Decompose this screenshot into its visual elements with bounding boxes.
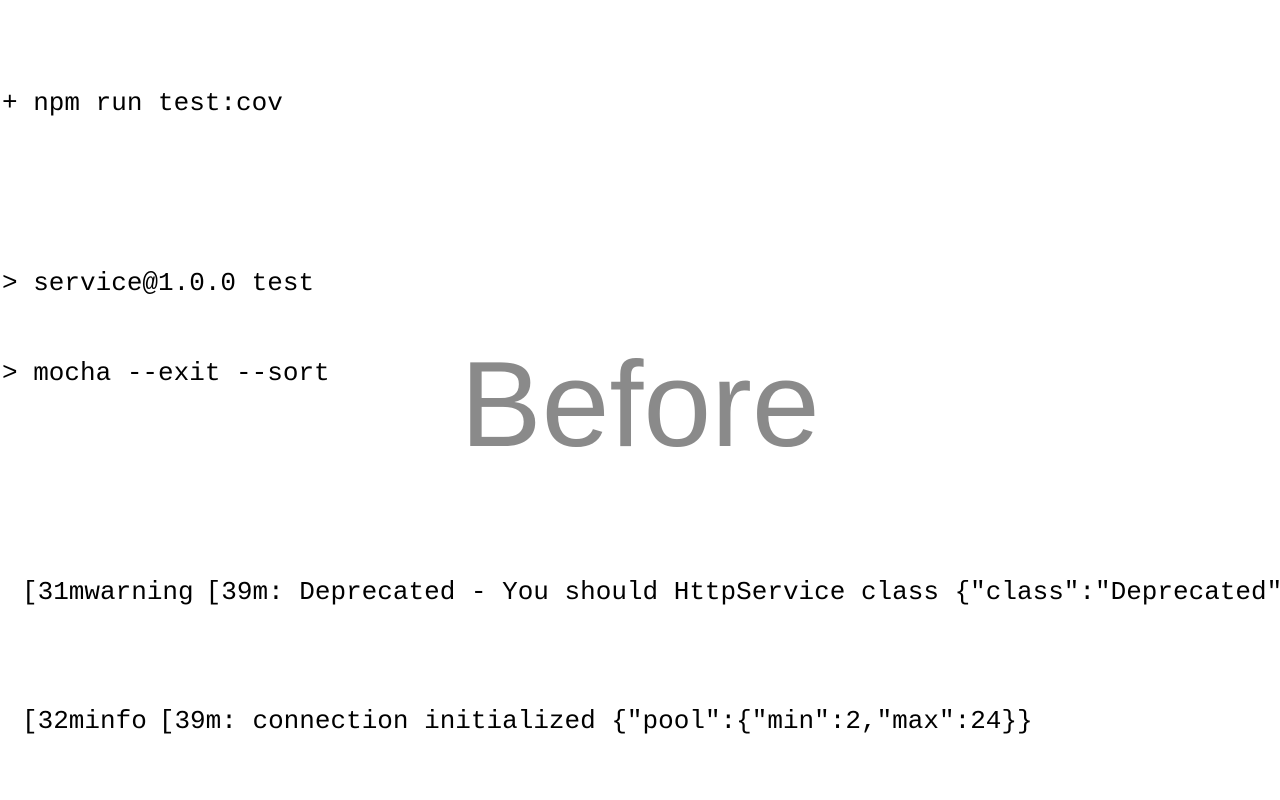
escape-char-icon [194,579,206,605]
log-message: : connection initialized {"pool":{"min":… [221,706,1033,736]
ansi-code-end: [39m [158,706,222,736]
log-line-warning: [31mwarning [39m: Deprecated - You should… [2,573,1280,612]
screenshot-viewport: + npm run test:cov > service@1.0.0 test … [0,0,1280,800]
escape-char-icon [147,708,159,734]
escape-char-icon [10,579,22,605]
escape-char-icon [10,708,22,734]
log-level: info [84,706,147,736]
script-name-line: > service@1.0.0 test [2,268,315,298]
log-line-info: [32minfo [39m: connection initialized {"p… [2,702,1280,741]
log-message: : Deprecated - You should HttpService cl… [268,577,1280,607]
ansi-code-start: [31m [22,577,85,607]
ansi-code-end: [39m [205,577,269,607]
ansi-code-start: [32m [22,706,85,736]
before-label: Before [460,336,820,472]
command-line: + npm run test:cov [2,88,283,118]
log-level: warning [84,577,194,607]
